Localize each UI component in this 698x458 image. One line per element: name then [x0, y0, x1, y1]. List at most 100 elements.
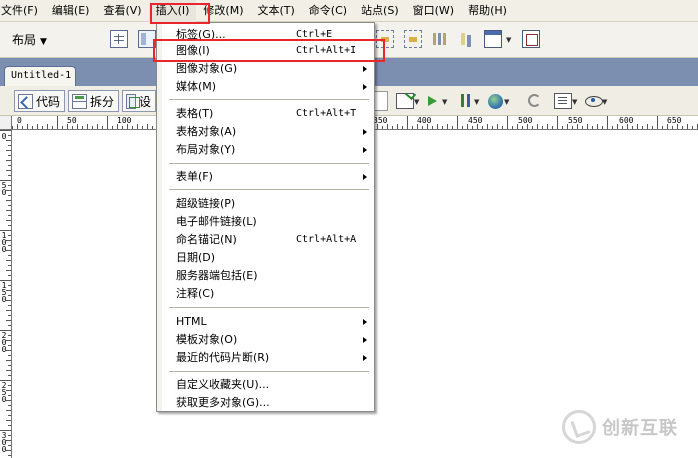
- ruler-tick: [6, 370, 11, 371]
- menu-item-form[interactable]: 表单(F): [162, 168, 374, 186]
- ruler-tick: [6, 140, 11, 141]
- ruler-tick: [6, 390, 11, 391]
- layout-category-button[interactable]: 布局 ▼: [12, 31, 47, 48]
- ruler-tick: [497, 124, 498, 129]
- ruler-tick: [6, 240, 11, 241]
- menu-item-hyperlink[interactable]: 超级链接(P): [162, 195, 374, 213]
- ruler-label: 50: [1, 181, 7, 197]
- ruler-corner[interactable]: [0, 116, 12, 130]
- ruler-tick: [137, 124, 138, 129]
- chevron-down-icon[interactable]: ▼: [602, 98, 607, 106]
- menu-item-email-link[interactable]: 电子邮件链接(L): [162, 213, 374, 231]
- ruler-tick: [97, 124, 98, 129]
- menu-item-layout-objects[interactable]: 布局对象(Y): [162, 141, 374, 159]
- menu-item-server-side-include[interactable]: 服务器端包括(E): [162, 267, 374, 285]
- vertical-ruler[interactable]: 0 50 100 150 200 250 300: [0, 130, 12, 458]
- submenu-arrow-icon: [363, 147, 367, 153]
- split-view-button[interactable]: 拆分: [68, 90, 120, 112]
- ruler-label: 650: [667, 116, 682, 125]
- tag-chooser-icon[interactable]: [522, 30, 540, 48]
- menu-item-label: 布局对象(Y): [176, 143, 236, 156]
- ruler-tick: [6, 440, 11, 441]
- menu-item-label: 表单(F): [176, 170, 213, 183]
- ruler-tick: [442, 126, 443, 129]
- validate-icon[interactable]: [396, 93, 414, 109]
- menu-file[interactable]: 文件(F): [0, 0, 45, 22]
- ruler-label: 450: [468, 116, 483, 125]
- menu-edit[interactable]: 编辑(E): [45, 0, 97, 22]
- ruler-tick: [8, 375, 11, 376]
- ruler-tick: [517, 124, 518, 129]
- ruler-tick: [8, 415, 11, 416]
- ruler-tick: [487, 124, 488, 129]
- code-view-button[interactable]: 代码: [14, 90, 66, 112]
- menu-commands[interactable]: 命令(C): [302, 0, 354, 22]
- refresh-icon[interactable]: [528, 94, 541, 107]
- chevron-down-icon[interactable]: ▼: [474, 98, 479, 106]
- ruler-tick: [102, 126, 103, 129]
- table-icon[interactable]: [110, 30, 128, 48]
- ruler-tick: [392, 126, 393, 129]
- menu-item-get-more-objects[interactable]: 获取更多对象(G)...: [162, 394, 374, 412]
- chevron-down-icon[interactable]: ▼: [442, 98, 447, 106]
- menu-item-template-objects[interactable]: 模板对象(O): [162, 331, 374, 349]
- menu-item-image-objects[interactable]: 图像对象(G): [162, 60, 374, 78]
- ruler-tick: [427, 124, 428, 129]
- chevron-down-icon[interactable]: ▼: [572, 98, 577, 106]
- menu-site[interactable]: 站点(S): [354, 0, 406, 22]
- menu-view[interactable]: 查看(V): [96, 0, 148, 22]
- chevron-down-icon[interactable]: ▼: [414, 98, 419, 106]
- menu-item-table[interactable]: 表格(T) Ctrl+Alt+T: [162, 105, 374, 123]
- ruler-tick: [0, 380, 11, 381]
- preview-globe-icon[interactable]: [488, 94, 503, 109]
- menu-item-html[interactable]: HTML: [162, 313, 374, 331]
- menu-item-label: 注释(C): [176, 287, 215, 300]
- ruler-tick: [107, 116, 108, 129]
- ruler-tick: [72, 126, 73, 129]
- menu-item-comment[interactable]: 注释(C): [162, 285, 374, 303]
- ruler-tick: [82, 126, 83, 129]
- title-input[interactable]: [374, 91, 388, 111]
- ruler-tick: [8, 265, 11, 266]
- menu-item-named-anchor[interactable]: 命名锚记(N) Ctrl+Alt+A: [162, 231, 374, 249]
- insert-column-icon[interactable]: [458, 30, 476, 48]
- visual-aids-eye-icon[interactable]: [584, 93, 604, 109]
- submenu-arrow-icon: [363, 66, 367, 72]
- menu-item-recent-snippets[interactable]: 最近的代码片断(R): [162, 349, 374, 367]
- ruler-label: 0: [1, 132, 7, 141]
- ruler-tick: [627, 124, 628, 129]
- chevron-down-icon[interactable]: ▼: [504, 98, 509, 106]
- ruler-label: 400: [417, 116, 432, 125]
- design-view-button[interactable]: 设: [122, 90, 156, 112]
- document-tab[interactable]: Untitled-1: [4, 66, 76, 86]
- table-columns-icon[interactable]: [430, 30, 448, 48]
- ruler-tick: [532, 126, 533, 129]
- menu-help[interactable]: 帮助(H): [461, 0, 514, 22]
- ruler-tick: [597, 124, 598, 129]
- chevron-down-icon[interactable]: ▼: [506, 36, 511, 44]
- watermark-text: 创新互联: [602, 418, 678, 439]
- menu-item-media[interactable]: 媒体(M): [162, 78, 374, 96]
- menu-item-date[interactable]: 日期(D): [162, 249, 374, 267]
- menu-item-customize-favorites[interactable]: 自定义收藏夹(U)...: [162, 376, 374, 394]
- ruler-tick: [8, 185, 11, 186]
- ruler-tick: [8, 245, 11, 246]
- ruler-tick: [8, 385, 11, 386]
- ruler-tick: [67, 124, 68, 129]
- view-options-icon[interactable]: [554, 93, 572, 109]
- ruler-tick: [8, 315, 11, 316]
- design-view-label: 设: [138, 94, 151, 109]
- menu-window[interactable]: 窗口(W): [406, 0, 461, 22]
- ruler-tick: [8, 135, 11, 136]
- watermark-logo-icon: [562, 410, 596, 444]
- menu-text[interactable]: 文本(T): [250, 0, 301, 22]
- layout-table-icon[interactable]: [404, 30, 422, 48]
- ruler-tick: [8, 195, 11, 196]
- layout-category-label: 布局: [12, 33, 37, 47]
- ruler-tick: [512, 126, 513, 129]
- menu-item-table-objects[interactable]: 表格对象(A): [162, 123, 374, 141]
- ruler-tick: [607, 116, 608, 129]
- ruler-tick: [12, 126, 13, 129]
- frames-icon[interactable]: [484, 30, 502, 48]
- ruler-tick: [8, 175, 11, 176]
